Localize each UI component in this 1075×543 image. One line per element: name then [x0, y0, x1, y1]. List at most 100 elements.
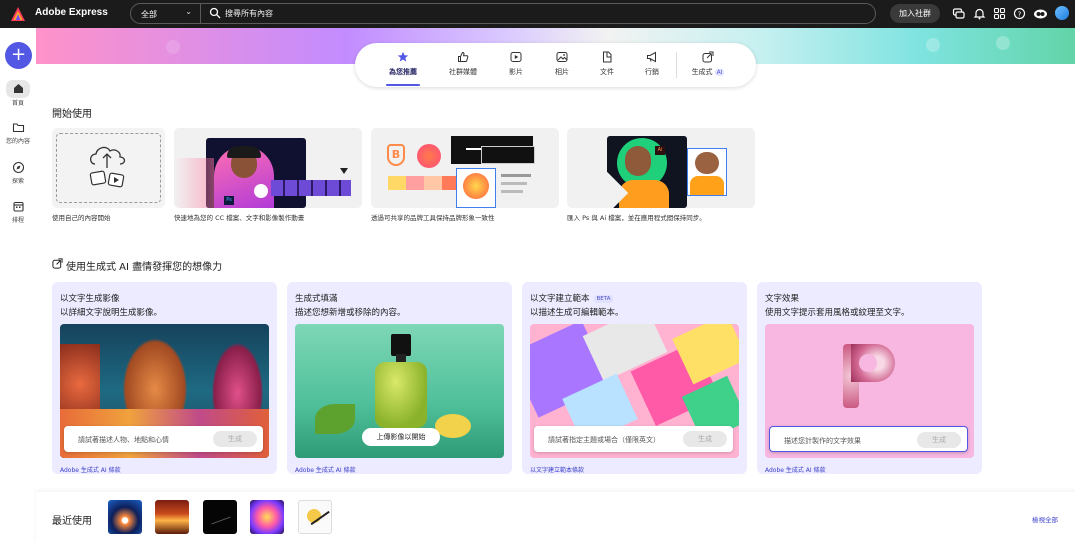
card-caption: 快速地為您的 CC 檔案、文字和影像製作動畫	[174, 214, 305, 222]
floral-letter-p	[843, 344, 895, 408]
play-icon	[510, 52, 522, 62]
card-title: 以文字建立範本 BETA	[530, 292, 614, 304]
tab-label: 生成式	[691, 68, 713, 76]
recent-thumbnail[interactable]	[298, 500, 332, 534]
home-icon	[13, 84, 23, 93]
tab-label: 為您推薦	[389, 68, 417, 76]
tab-video[interactable]: 影片	[494, 51, 538, 77]
card-caption: 使用自己的內容開始	[52, 214, 111, 222]
rail-item-schedule[interactable]: 排程	[0, 200, 36, 224]
upload-image-button[interactable]: 上傳影像以開始	[362, 428, 440, 446]
adobe-express-logo[interactable]	[10, 6, 26, 22]
animate-cc-files-card[interactable]: Ps	[174, 128, 362, 208]
tab-label: 相片	[555, 68, 569, 76]
generative-fill-card[interactable]: 生成式填滿 描述您想新增或移除的內容。 上傳影像以開始 Adobe 生成式 AI…	[287, 282, 512, 474]
rail-item-your-content[interactable]: 您的內容	[0, 121, 36, 145]
image-icon	[556, 52, 568, 62]
recent-thumbnail[interactable]	[108, 500, 142, 534]
tab-social-media[interactable]: 社群媒體	[441, 51, 485, 77]
recent-bar	[36, 492, 1075, 543]
terms-link[interactable]: Adobe 生成式 AI 條款	[60, 465, 121, 474]
apps-grid-icon[interactable]	[993, 7, 1006, 20]
compass-icon	[12, 161, 24, 174]
document-icon	[603, 51, 612, 63]
rail-item-label: 您的內容	[5, 138, 30, 145]
tab-documents[interactable]: 文件	[585, 51, 629, 77]
active-tab-indicator	[386, 84, 420, 86]
tab-label: 影片	[509, 68, 523, 76]
terms-link[interactable]: Adobe 生成式 AI 條款	[765, 465, 826, 474]
import-ps-ai-card[interactable]: Ai	[567, 128, 755, 208]
card-caption: 匯入 Ps 與 Ai 檔案，並在應用程式間保持同步。	[567, 214, 706, 222]
recent-thumbnail[interactable]	[203, 500, 237, 534]
tab-generative-ai[interactable]: 生成式 AI	[685, 51, 731, 77]
tab-for-you[interactable]: 為您推薦	[381, 51, 425, 77]
chat-icon[interactable]	[952, 7, 965, 20]
recent-title: 最近使用	[52, 516, 92, 527]
generate-button[interactable]: 生成	[683, 431, 727, 447]
start-with-own-content-card[interactable]	[52, 128, 165, 208]
recent-thumbnail[interactable]	[155, 500, 189, 534]
ai-section-title: 使用生成式 AI 盡情發揮您的想像力	[66, 262, 223, 273]
rail-item-discover[interactable]: 探索	[0, 161, 36, 185]
card-subtitle: 描述您想新增或移除的內容。	[295, 308, 406, 318]
thumbs-up-icon	[458, 51, 469, 62]
text-effect-prompt[interactable]: 描述您計製作的文字效果 生成	[769, 426, 968, 452]
search-input[interactable]	[225, 6, 825, 21]
search-bar: 全部 ⌄	[130, 3, 876, 24]
tab-divider	[676, 52, 677, 78]
text-to-image-prompt[interactable]: 請試著描述人物、地點和心情 生成	[64, 426, 263, 452]
generate-button[interactable]: 生成	[917, 432, 961, 448]
tab-marketing[interactable]: 行銷	[630, 51, 674, 77]
card-caption: 透過可共享的品牌工具保持品牌形象一致性	[371, 214, 495, 222]
tab-label: 社群媒體	[449, 68, 477, 76]
rail-item-home[interactable]: 首頁	[0, 80, 36, 107]
creative-cloud-icon[interactable]	[1033, 7, 1048, 20]
folder-icon	[12, 123, 24, 133]
tab-label: 文件	[600, 68, 614, 76]
card-subtitle: 以描述生成可編輯範本。	[530, 308, 624, 318]
terms-link[interactable]: Adobe 生成式 AI 條款	[295, 465, 356, 474]
card-subtitle: 使用文字提示套用風格或紋理至文字。	[765, 308, 910, 318]
card-title: 生成式填滿	[295, 294, 338, 304]
create-new-button[interactable]: +	[5, 42, 32, 69]
megaphone-icon	[647, 51, 656, 63]
star-icon	[397, 51, 409, 62]
generative-ai-icon	[52, 258, 63, 269]
text-to-image-card[interactable]: 以文字生成影像 以詳細文字說明生成影像。 請試著描述人物、地點和心情 生成 Ad…	[52, 282, 277, 474]
text-to-template-card[interactable]: 以文字建立範本 BETA 以描述生成可編輯範本。 請試著指定主題或場合（僅限英文）…	[522, 282, 747, 474]
search-scope-label: 全部	[141, 10, 157, 19]
sample-image: 請試著指定主題或場合（僅限英文） 生成	[530, 324, 739, 458]
card-title: 以文字生成影像	[60, 294, 120, 304]
search-scope-dropdown[interactable]: 全部 ⌄	[131, 4, 201, 23]
tab-photos[interactable]: 相片	[540, 51, 584, 77]
top-bar: Adobe Express 全部 ⌄ 加入社群 ?	[0, 0, 1075, 28]
generative-ai-icon	[702, 51, 714, 63]
calendar-icon	[12, 201, 24, 212]
prompt-placeholder: 描述您計製作的文字效果	[784, 437, 861, 445]
view-all-link[interactable]: 檢視全部	[1032, 514, 1058, 524]
generate-button[interactable]: 生成	[213, 431, 257, 447]
upload-media-icon	[89, 146, 126, 188]
search-icon	[209, 7, 221, 19]
sample-image: 描述您計製作的文字效果 生成	[765, 324, 974, 458]
ai-badge: AI	[714, 69, 725, 76]
recent-thumbnail[interactable]	[250, 500, 284, 534]
help-icon[interactable]: ?	[1013, 7, 1026, 20]
sample-image: 上傳影像以開始	[295, 324, 504, 458]
svg-text:?: ?	[1018, 10, 1022, 18]
rail-item-label: 首頁	[11, 100, 24, 107]
rail-item-label: 探索	[11, 178, 24, 185]
terms-link[interactable]: 以文字建立範本條款	[530, 465, 584, 474]
brand-tools-card[interactable]: B	[371, 128, 559, 208]
getting-started-title: 開始使用	[52, 109, 92, 120]
join-community-button[interactable]: 加入社群	[890, 4, 940, 23]
bell-icon[interactable]	[973, 7, 986, 20]
user-avatar[interactable]	[1055, 6, 1069, 20]
beta-badge: BETA	[593, 295, 614, 303]
text-to-template-prompt[interactable]: 請試著指定主題或場合（僅限英文） 生成	[534, 426, 733, 452]
chevron-down-icon: ⌄	[185, 7, 192, 16]
text-effects-card[interactable]: 文字效果 使用文字提示套用風格或紋理至文字。 描述您計製作的文字效果 生成 Ad…	[757, 282, 982, 474]
sample-image: 請試著描述人物、地點和心情 生成	[60, 324, 269, 458]
prompt-placeholder: 請試著指定主題或場合（僅限英文）	[548, 436, 660, 444]
